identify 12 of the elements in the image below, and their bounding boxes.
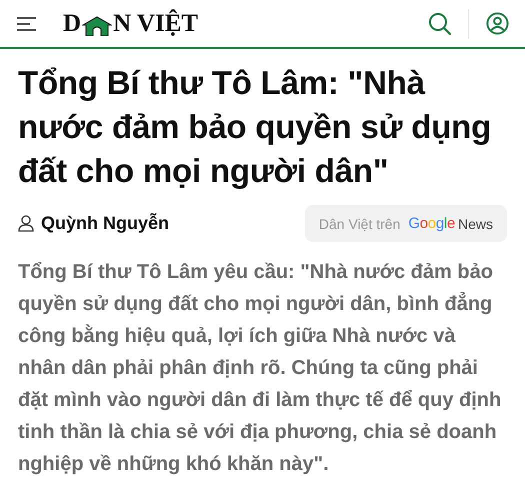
- article-title: Tổng Bí thư Tô Lâm: "Nhà nước đảm bảo quyền sử dụng đất cho mọi người dân": [18, 63, 492, 191]
- google-news-link[interactable]: Dân Việt trên Google News: [304, 205, 507, 242]
- logo-text: D: [63, 11, 82, 36]
- author-name[interactable]: Quỳnh Nguyễn: [41, 213, 170, 234]
- article-lead: Tổng Bí thư Tô Lâm yêu cầu: "Nhà nước đảm bảo quyền sử dụng đất cho mọi người dân, bình đẳng công bằng hiệu quả, lợi ích giữa Nhà nước và nhân dân phải phân định rõ. Chúng ta cũng phải đặt mình vào người dân đi làm thực tế để quy định tinh thần là chia sẻ với địa phương, chia sẻ doanh nghiệp về những khó khăn này".: [18, 260, 502, 477]
- search-icon[interactable]: [428, 12, 452, 36]
- house-icon: [82, 16, 112, 36]
- logo-text: N VIỆT: [113, 11, 198, 36]
- person-icon: [18, 215, 34, 232]
- menu-icon[interactable]: [17, 16, 37, 32]
- site-logo[interactable]: D N VIỆT: [63, 11, 198, 36]
- account-icon[interactable]: [486, 12, 509, 35]
